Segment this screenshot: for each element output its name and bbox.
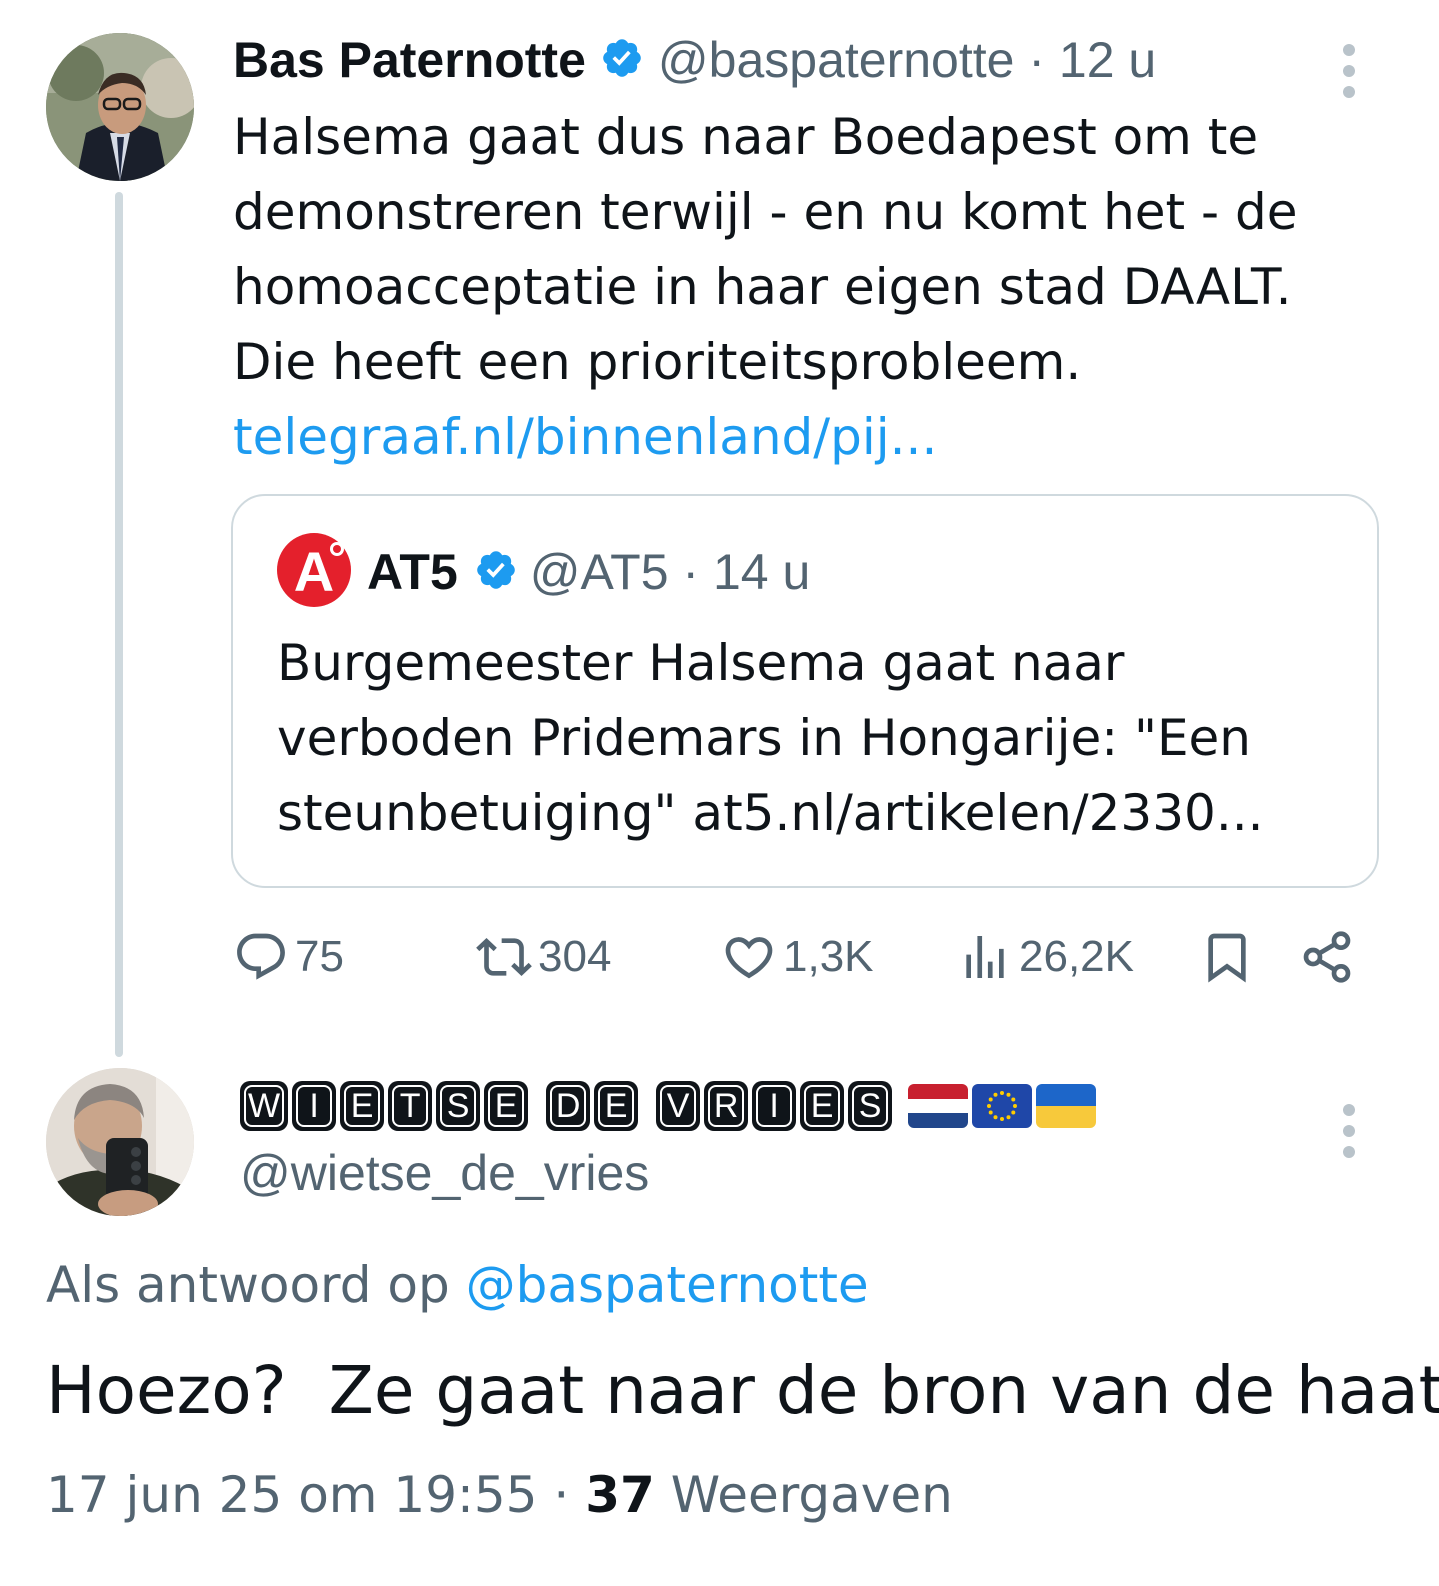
name-letter-box: S bbox=[436, 1081, 481, 1131]
quoted-author-handle[interactable]: @AT5 · 14 u bbox=[530, 543, 811, 601]
share-button[interactable] bbox=[1299, 922, 1355, 992]
name-letter-box: E bbox=[800, 1081, 845, 1131]
reply-timestamp[interactable]: 17 jun 25 om 19:55 bbox=[46, 1466, 537, 1524]
share-icon bbox=[1299, 929, 1355, 985]
bookmark-button[interactable] bbox=[1199, 922, 1255, 992]
at5-logo-avatar[interactable]: A bbox=[277, 533, 351, 611]
like-icon bbox=[721, 929, 777, 985]
more-icon[interactable] bbox=[1343, 1104, 1357, 1158]
meta-separator: · bbox=[553, 1466, 570, 1524]
retweet-button[interactable]: 304 bbox=[476, 922, 611, 992]
netherlands-flag bbox=[908, 1084, 969, 1128]
tweet-text-line: Halsema gaat dus naar Boedapest om te bbox=[233, 108, 1259, 166]
views-count: 26,2K bbox=[1019, 932, 1134, 981]
quoted-text-line: verboden Pridemars in Hongarije: "Een bbox=[277, 709, 1251, 767]
quoted-tweet-text: Burgemeester Halsema gaat naar verboden … bbox=[277, 626, 1357, 851]
reply-icon bbox=[233, 929, 289, 985]
tweet-text-line: homoacceptatie in haar eigen stad DAALT. bbox=[233, 258, 1292, 316]
name-letter-box: D bbox=[546, 1081, 591, 1131]
name-letter-box: E bbox=[484, 1081, 529, 1131]
parent-tweet-time[interactable]: · 12 u bbox=[1028, 32, 1156, 88]
telegraaf-link[interactable]: telegraaf.nl/binnenland/pij... bbox=[233, 400, 1373, 475]
reply-context: Als antwoord op @baspaternotte bbox=[46, 1256, 869, 1314]
quoted-tweet-card[interactable]: A AT5 @AT5 · 14 u Burgemeester Halsema g… bbox=[231, 494, 1379, 888]
quoted-tweet-header: A AT5 @AT5 · 14 u bbox=[277, 533, 811, 611]
svg-text:A: A bbox=[294, 540, 334, 603]
reply-tweet-text: Hoezo? Ze gaat naar de bron van de haat. bbox=[46, 1352, 1439, 1429]
views-button[interactable]: 26,2K bbox=[957, 922, 1134, 992]
name-letter-box: E bbox=[594, 1081, 639, 1131]
reply-author-handle[interactable]: @wietse_de_vries bbox=[240, 1144, 649, 1202]
views-icon bbox=[957, 929, 1013, 985]
reply-author-name[interactable]: W I E T S E D E V R I E S bbox=[240, 1080, 1097, 1132]
parent-author-name[interactable]: Bas Paternotte bbox=[233, 31, 586, 89]
reply-mention-link[interactable]: @baspaternotte bbox=[466, 1256, 869, 1314]
parent-tweet-text: Halsema gaat dus naar Boedapest om te de… bbox=[233, 100, 1373, 475]
verified-badge-icon bbox=[474, 548, 518, 596]
ukraine-flag bbox=[1036, 1084, 1097, 1128]
parent-tweet-header: Bas Paternotte @baspaternotte · 12 u bbox=[233, 30, 1156, 90]
thread-connector-line bbox=[115, 192, 123, 1057]
tweet-action-bar: 75 304 1,3K 26,2K bbox=[233, 922, 1363, 992]
like-button[interactable]: 1,3K bbox=[721, 922, 874, 992]
tweet-text-line: Die heeft een prioriteitsprobleem. bbox=[233, 333, 1082, 391]
view-label: Weergaven bbox=[670, 1466, 953, 1524]
name-letter-box: W bbox=[240, 1081, 289, 1131]
verified-badge-icon bbox=[600, 36, 644, 84]
retweet-icon bbox=[476, 929, 532, 985]
retweet-count: 304 bbox=[538, 932, 612, 981]
name-letter-box: R bbox=[704, 1081, 749, 1131]
eu-flag bbox=[972, 1084, 1033, 1128]
name-letter-box: T bbox=[388, 1081, 433, 1131]
quoted-tweet-time[interactable]: · 14 u bbox=[682, 544, 810, 600]
quoted-author-name[interactable]: AT5 bbox=[367, 543, 458, 601]
parent-author-handle[interactable]: @baspaternotte · 12 u bbox=[658, 31, 1156, 89]
reply-prefix: Als antwoord op bbox=[46, 1256, 450, 1314]
view-count[interactable]: 37 bbox=[585, 1466, 655, 1524]
reply-tweet-meta: 17 jun 25 om 19:55 · 37 Weergaven bbox=[46, 1466, 953, 1524]
quoted-text-line: steunbetuiging" at5.nl/artikelen/2330... bbox=[277, 784, 1264, 842]
name-letter-box: V bbox=[656, 1081, 701, 1131]
name-letter-box: E bbox=[340, 1081, 385, 1131]
more-icon[interactable] bbox=[1343, 44, 1357, 98]
name-letter-box: I bbox=[292, 1081, 337, 1131]
bookmark-icon bbox=[1199, 929, 1255, 985]
quoted-text-line: Burgemeester Halsema gaat naar bbox=[277, 634, 1125, 692]
avatar-wietse-de-vries[interactable] bbox=[46, 1068, 194, 1216]
reply-button[interactable]: 75 bbox=[233, 922, 344, 992]
like-count: 1,3K bbox=[783, 932, 874, 981]
reply-count: 75 bbox=[295, 932, 344, 981]
tweet-text-line: demonstreren terwijl - en nu komt het - … bbox=[233, 183, 1298, 241]
name-letter-box: I bbox=[752, 1081, 797, 1131]
avatar-bas-paternotte[interactable] bbox=[46, 33, 194, 181]
name-letter-box: S bbox=[848, 1081, 893, 1131]
